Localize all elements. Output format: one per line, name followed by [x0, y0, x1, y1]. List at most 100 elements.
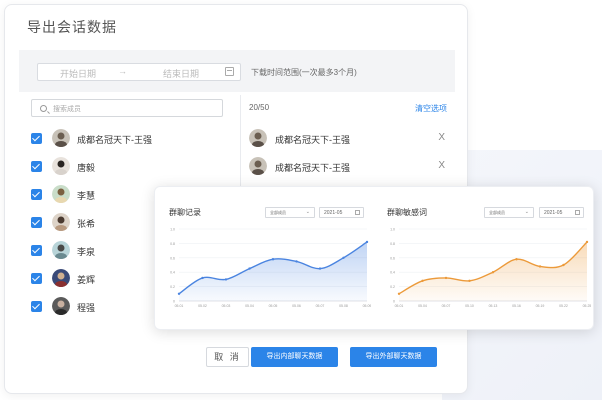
clear-selection-link[interactable]: 清空选项 [415, 103, 447, 114]
data-point [491, 271, 495, 274]
member-item[interactable]: 唐毅 [31, 157, 231, 177]
avatar [52, 157, 70, 175]
remove-icon[interactable]: X [438, 132, 445, 143]
member-checkbox[interactable] [31, 301, 42, 312]
start-date-placeholder: 开始日期 [60, 69, 97, 79]
data-point [201, 276, 204, 280]
month-picker[interactable]: 2021-05 [319, 207, 364, 218]
date-range-hint: 下载时间范围(一次最多3个月) [251, 68, 357, 77]
member-checkbox[interactable] [31, 161, 42, 172]
data-point [468, 279, 471, 283]
x-tick-label: 05.01 [175, 304, 184, 308]
search-icon [40, 105, 47, 112]
data-point [342, 256, 345, 259]
data-point [224, 278, 228, 281]
x-tick-label: 05.25 [583, 304, 591, 308]
range-separator: → [118, 66, 127, 76]
member-filter-select[interactable]: 全部成员 ⌄ [484, 207, 534, 218]
member-filter-value: 全部成员 [489, 210, 505, 215]
y-tick-label: 0.4 [390, 271, 395, 275]
x-tick-label: 05.16 [512, 304, 521, 308]
member-filter-value: 全部成员 [270, 210, 286, 215]
x-tick-label: 05.04 [245, 304, 254, 308]
series-area [179, 241, 367, 301]
month-value: 2021-05 [544, 210, 563, 216]
y-tick-label: 1.0 [170, 228, 175, 232]
selected-member-item: 成都名冠天下-王强 X [249, 157, 449, 177]
x-tick-label: 05.19 [536, 304, 545, 308]
avatar [52, 297, 70, 315]
data-point [295, 260, 298, 263]
avatar [249, 157, 267, 175]
calendar-icon [575, 210, 580, 215]
x-tick-label: 05.01 [395, 304, 404, 308]
x-tick-label: 05.10 [465, 304, 474, 308]
member-checkbox[interactable] [31, 217, 42, 228]
x-tick-label: 05.22 [559, 304, 568, 308]
avatar [52, 213, 70, 231]
data-point [421, 279, 424, 283]
data-point [177, 292, 181, 295]
x-tick-label: 05.13 [489, 304, 498, 308]
selected-member-item: 成都名冠天下-王强 X [249, 129, 449, 149]
avatar [52, 241, 70, 259]
avatar [249, 129, 267, 147]
export-external-button[interactable]: 导出外部聊天数据 [350, 347, 437, 367]
y-tick-label: 0.8 [170, 242, 175, 246]
month-picker[interactable]: 2021-05 [539, 207, 584, 218]
avatar [52, 185, 70, 203]
x-tick-label: 05.02 [198, 304, 207, 308]
data-point [538, 265, 542, 268]
data-point [365, 240, 369, 244]
member-name: 唐毅 [77, 163, 96, 173]
member-filter-select[interactable]: 全部成员 ⌄ [265, 207, 315, 218]
y-tick-label: 0 [173, 300, 175, 304]
member-checkbox[interactable] [31, 133, 42, 144]
remove-icon[interactable]: X [438, 160, 445, 171]
member-search-input[interactable]: 搜索成员 [31, 99, 223, 117]
data-point [515, 258, 518, 261]
y-tick-label: 0.8 [390, 242, 395, 246]
chevron-down-icon: ⌄ [524, 209, 529, 215]
chevron-down-icon: ⌄ [305, 209, 310, 215]
avatar [52, 269, 70, 287]
x-tick-label: 05.07 [442, 304, 451, 308]
date-range-picker[interactable]: 开始日期 → 结束日期 [37, 63, 241, 81]
member-name: 程强 [77, 303, 96, 313]
data-point [444, 276, 448, 280]
y-tick-label: 1.0 [390, 228, 395, 232]
y-tick-label: 0.4 [170, 271, 175, 275]
member-checkbox[interactable] [31, 189, 42, 200]
avatar [52, 129, 70, 147]
chart-title-group: 群聊记录 [169, 208, 201, 217]
x-tick-label: 05.03 [222, 304, 231, 308]
member-checkbox[interactable] [31, 273, 42, 284]
data-point [585, 240, 589, 244]
chart-title-sensitive: 群聊敏感词 [387, 208, 427, 217]
selected-member-name: 成都名冠天下-王强 [275, 135, 350, 145]
member-name: 张希 [77, 219, 96, 229]
x-tick-label: 05.08 [339, 304, 348, 308]
cancel-button[interactable]: 取 消 [206, 347, 249, 367]
data-point [397, 292, 401, 295]
y-tick-label: 0.2 [170, 285, 175, 289]
member-name: 姜辉 [77, 275, 96, 285]
member-name: 成都名冠天下-王强 [77, 135, 152, 145]
selected-member-name: 成都名冠天下-王强 [275, 163, 350, 173]
sensitive-words-chart: 0 0.2 0.4 0.6 0.8 1.0 05.01 05.04 05.07 05.10 05.1… [390, 228, 591, 309]
x-tick-label: 05.07 [316, 304, 325, 308]
data-point [248, 267, 251, 270]
date-range-bar: 开始日期 → 结束日期 下载时间范围(一次最多3个月) [19, 50, 455, 92]
search-placeholder: 搜索成员 [53, 106, 81, 113]
member-item[interactable]: 成都名冠天下-王强 [31, 129, 231, 149]
member-checkbox[interactable] [31, 245, 42, 256]
group-chat-chart: 0 0.2 0.4 0.6 0.8 1.0 05.01 05.02 05.03 05.04 05.0… [170, 228, 371, 309]
dialog-title: 导出会话数据 [27, 19, 117, 35]
x-tick-label: 05.04 [418, 304, 427, 308]
calendar-icon [355, 210, 360, 215]
chart-card: 群聊记录 全部成员 ⌄ 2021-05 0 0.2 0.4 0.6 0.8 1.0 05.0… [154, 186, 594, 330]
y-tick-label: 0.6 [390, 256, 395, 260]
export-internal-button[interactable]: 导出内部聊天数据 [251, 347, 338, 367]
data-point [318, 267, 322, 270]
calendar-icon[interactable] [225, 67, 234, 76]
